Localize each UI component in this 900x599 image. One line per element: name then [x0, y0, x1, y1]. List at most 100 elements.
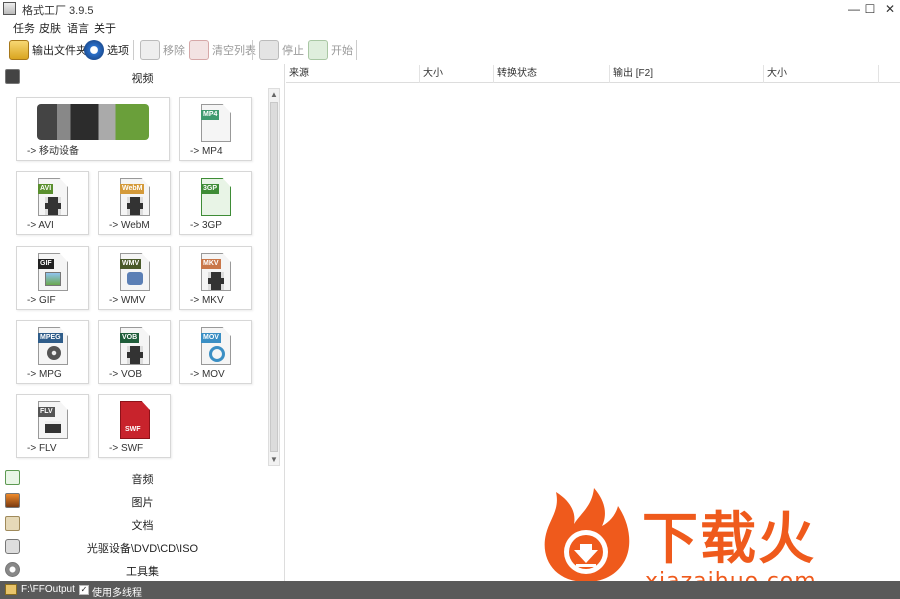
film-icon: [45, 197, 61, 215]
tile-webm-label: -> WebM: [109, 220, 150, 231]
menu-task[interactable]: 任务: [13, 20, 35, 36]
wmv-badge: WMV: [120, 259, 142, 269]
column-size[interactable]: 大小: [420, 65, 494, 83]
tile-wmv[interactable]: WMV -> WMV: [98, 246, 171, 310]
scroll-up-icon[interactable]: ▲: [269, 89, 279, 100]
category-document-label: 文档: [131, 520, 154, 532]
toolbar-separator: [356, 40, 357, 60]
column-output[interactable]: 输出 [F2]: [610, 65, 764, 83]
category-video-label: 视频: [131, 73, 154, 85]
scroll-thumb[interactable]: [270, 102, 278, 452]
category-utilities-label: 工具集: [126, 566, 159, 578]
camera-icon: [127, 272, 143, 285]
options-label: 选项: [107, 45, 129, 57]
tile-flv-label: -> FLV: [27, 443, 57, 454]
tile-mobile[interactable]: -> 移动设备: [16, 97, 170, 161]
image-icon: [45, 272, 61, 286]
tile-flv[interactable]: FLV -> FLV: [16, 394, 89, 458]
column-source[interactable]: 来源: [286, 65, 420, 83]
stop-label: 停止: [282, 45, 304, 57]
tile-mpg[interactable]: MPEG -> MPG: [16, 320, 89, 384]
tile-swf-label: -> SWF: [109, 443, 144, 454]
mp4-badge: MP4: [201, 110, 220, 120]
flame-logo-icon: [544, 488, 630, 582]
options-button[interactable]: 选项: [84, 38, 129, 62]
output-folder-label: 输出文件夹: [32, 45, 87, 57]
film-icon: [127, 346, 143, 364]
output-path[interactable]: F:\FFOutput: [21, 584, 75, 595]
mobile-devices-icon: [37, 104, 149, 140]
category-video[interactable]: 视频: [0, 66, 285, 88]
tile-gif-label: -> GIF: [27, 295, 56, 306]
film-icon: [208, 272, 224, 290]
tile-mkv-label: -> MKV: [190, 295, 224, 306]
status-bar: F:\FFOutput ✓ 使用多线程: [0, 581, 900, 599]
tile-webm[interactable]: WebM -> WebM: [98, 171, 171, 235]
tile-mkv[interactable]: MKV -> MKV: [179, 246, 252, 310]
play-icon: [308, 40, 328, 60]
tile-mp4[interactable]: MP4 -> MP4: [179, 97, 252, 161]
category-scrollbar[interactable]: ▲ ▼: [268, 88, 280, 466]
start-button[interactable]: 开始: [308, 38, 353, 62]
tile-mobile-label: -> 移动设备: [27, 146, 79, 157]
multithread-label: 使用多线程: [92, 588, 142, 599]
folder-icon: [9, 40, 29, 60]
watermark-brand: 下载火: [642, 507, 816, 572]
menu-bar: 任务 皮肤 语言 关于: [0, 18, 900, 36]
title-bar: 格式工厂 3.9.5 — ☐ ✕: [0, 0, 900, 18]
tile-mov[interactable]: MOV -> MOV: [179, 320, 252, 384]
tile-wmv-label: -> WMV: [109, 295, 146, 306]
film-icon: [127, 197, 143, 215]
remove-icon: [140, 40, 160, 60]
clear-list-button[interactable]: 清空列表: [189, 38, 256, 62]
category-rom-label: 光驱设备\DVD\CD\ISO: [86, 543, 199, 555]
category-utilities[interactable]: 工具集: [0, 559, 285, 581]
mkv-badge: MKV: [201, 259, 221, 269]
toolbar: 输出文件夹 选项 移除 清空列表 停止 开始: [0, 36, 900, 64]
mpg-badge: MPEG: [38, 333, 63, 343]
clear-icon: [189, 40, 209, 60]
category-document[interactable]: 文档: [0, 513, 285, 535]
quicktime-icon: [209, 346, 225, 362]
menu-skin[interactable]: 皮肤: [39, 20, 61, 36]
clapper-icon: [45, 421, 61, 433]
mov-badge: MOV: [201, 333, 221, 343]
tile-avi-label: -> AVI: [27, 220, 54, 231]
column-output-size[interactable]: 大小: [764, 65, 879, 83]
tile-3gp-label: -> 3GP: [190, 220, 222, 231]
webm-badge: WebM: [120, 184, 145, 194]
tile-gif[interactable]: GIF -> GIF: [16, 246, 89, 310]
category-image-label: 图片: [131, 497, 154, 509]
close-button[interactable]: ✕: [876, 0, 900, 18]
window-title: 格式工厂 3.9.5: [22, 5, 94, 17]
category-image[interactable]: 图片: [0, 490, 285, 512]
category-audio-label: 音频: [131, 474, 154, 486]
gear-icon: [84, 40, 104, 60]
menu-language[interactable]: 语言: [67, 20, 89, 36]
3gp-badge: 3GP: [201, 184, 220, 194]
vob-badge: VOB: [120, 333, 140, 343]
stop-icon: [259, 40, 279, 60]
avi-badge: AVI: [38, 184, 54, 194]
output-folder-button[interactable]: 输出文件夹: [9, 38, 87, 62]
multithread-checkbox[interactable]: ✓: [79, 585, 89, 595]
tile-swf[interactable]: SWF -> SWF: [98, 394, 171, 458]
column-status[interactable]: 转换状态: [494, 65, 610, 83]
menu-about[interactable]: 关于: [94, 20, 116, 36]
remove-button[interactable]: 移除: [140, 38, 185, 62]
swf-badge: SWF: [125, 426, 141, 433]
tile-3gp[interactable]: 3GP -> 3GP: [179, 171, 252, 235]
category-rom[interactable]: 光驱设备\DVD\CD\ISO: [0, 536, 285, 558]
category-audio[interactable]: 音频: [0, 467, 285, 489]
reel-icon: [47, 346, 61, 360]
tile-vob[interactable]: VOB -> VOB: [98, 320, 171, 384]
scroll-down-icon[interactable]: ▼: [269, 454, 279, 465]
tile-avi[interactable]: AVI -> AVI: [16, 171, 89, 235]
folder-icon[interactable]: [5, 584, 17, 595]
start-label: 开始: [331, 45, 353, 57]
remove-label: 移除: [163, 45, 185, 57]
tile-mpg-label: -> MPG: [27, 369, 62, 380]
stop-button[interactable]: 停止: [259, 38, 304, 62]
task-list-header: 来源 大小 转换状态 输出 [F2] 大小: [286, 65, 900, 83]
gif-badge: GIF: [38, 259, 54, 269]
